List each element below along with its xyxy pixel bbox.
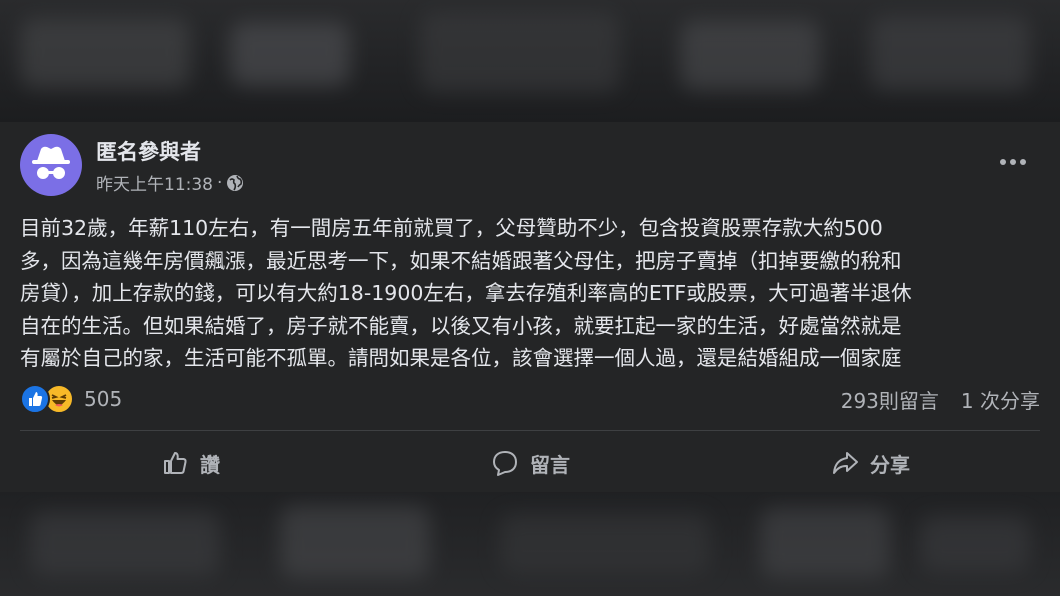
action-bar: 讚 留言 分享 — [20, 438, 1040, 488]
post-body-line: 房貸），加上存款的錢，可以有大約18-1900左右，拿去存殖利率高的ETF或股票… — [20, 281, 912, 305]
blurred-bottom-region — [0, 492, 1060, 596]
like-label: 讚 — [200, 452, 220, 477]
comment-label: 留言 — [530, 452, 570, 477]
thumbs-up-icon — [164, 452, 187, 474]
globe-icon — [227, 174, 244, 191]
comment-bubble-icon — [493, 451, 517, 476]
like-icon — [20, 384, 50, 414]
shares-count[interactable]: 1 次分享 — [961, 385, 1040, 414]
more-options-button[interactable] — [996, 150, 1030, 174]
share-button[interactable]: 分享 — [700, 438, 1040, 488]
post-body: 目前32歲，年薪110左右，有一間房五年前就買了，父母贊助不少，包含投資股票存款… — [20, 212, 1045, 375]
author-name[interactable]: 匿名參與者 — [96, 136, 201, 166]
reactions-summary[interactable]: 505 — [20, 384, 122, 414]
comments-count[interactable]: 293則留言 — [841, 385, 939, 414]
post-body-line: 有屬於自己的家，生活可能不孤單。請問如果是各位，該會選擇一個人過，還是結婚組成一… — [20, 346, 902, 370]
post-card: 匿名參與者 昨天上午11:38 · 目前32歲，年薪110左右，有一間房五年前就… — [0, 122, 1060, 492]
post-body-line: 多，因為這幾年房價飆漲，最近思考一下，如果不結婚跟著父母住，把房子賣掉（扣掉要繳… — [20, 248, 902, 273]
like-button[interactable]: 讚 — [20, 438, 360, 488]
share-arrow-icon — [833, 452, 858, 474]
post-body-line: 目前32歲，年薪110左右，有一間房五年前就買了，父母贊助不少，包含投資股票存款… — [20, 216, 883, 240]
post-timestamp[interactable]: 昨天上午11:38 — [96, 170, 213, 195]
meta-separator: · — [217, 172, 223, 193]
post-meta: 昨天上午11:38 · — [96, 170, 244, 195]
anonymous-avatar[interactable] — [20, 134, 82, 196]
incognito-icon — [32, 146, 70, 179]
engagement-stats: 293則留言 1 次分享 — [841, 385, 1040, 414]
share-label: 分享 — [870, 452, 910, 477]
reactions-count: 505 — [84, 387, 123, 411]
post-body-line: 自在的生活。但如果結婚了，房子就不能賣，以後又有小孩，就要扛起一家的生活，好處當… — [20, 313, 902, 338]
comment-button[interactable]: 留言 — [360, 438, 700, 488]
divider — [20, 430, 1040, 431]
more-options-icon — [1000, 159, 1006, 165]
blurred-top-region — [0, 0, 1060, 122]
